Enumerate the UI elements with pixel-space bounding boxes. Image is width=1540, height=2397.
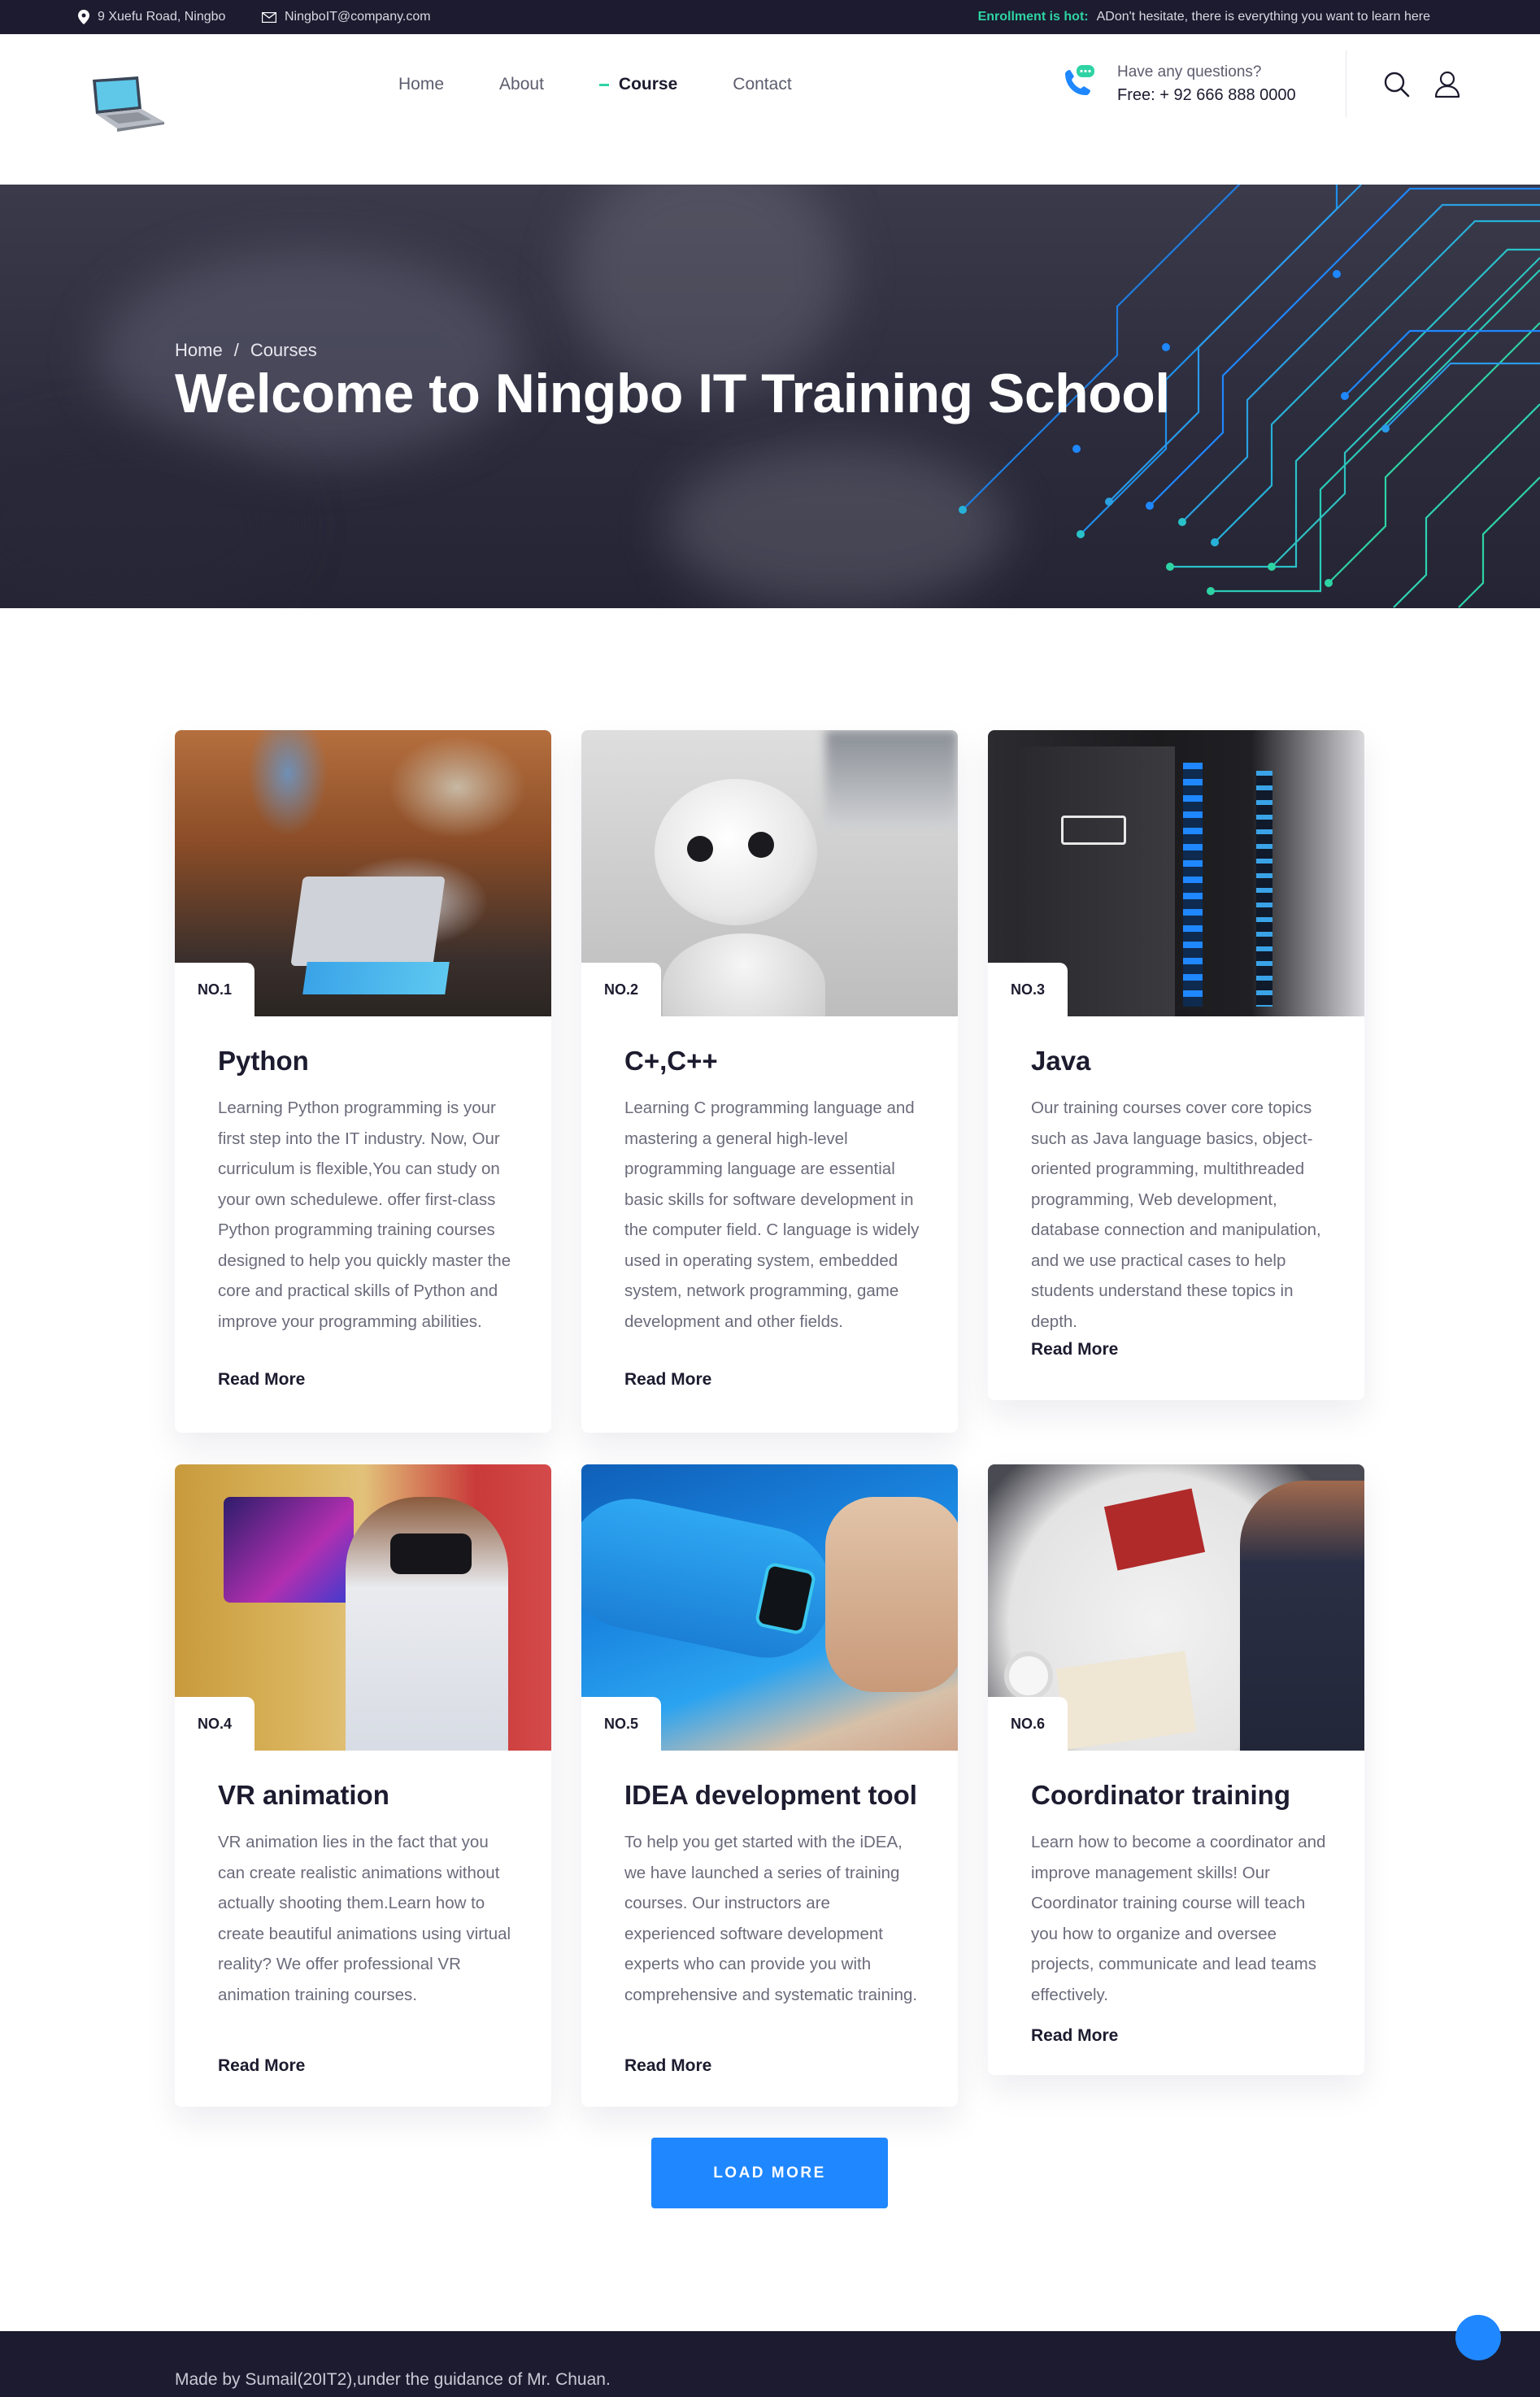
- nav-about-label: About: [499, 75, 544, 94]
- vr-headset-shape: [390, 1533, 472, 1574]
- course-title[interactable]: VR animation: [218, 1780, 389, 1811]
- course-image-python[interactable]: NO.1: [175, 730, 551, 1016]
- hand-shape: [825, 1497, 958, 1692]
- person-shape: [1240, 1481, 1364, 1751]
- footer-credit: Made by Sumail(20IT2),under the guidance…: [175, 2370, 611, 2389]
- contact-block: Have any questions? Free: + 92 666 888 0…: [1059, 57, 1303, 114]
- course-card-vr: NO.4 VR animation VR animation lies in t…: [175, 1464, 551, 2107]
- user-icon[interactable]: [1433, 70, 1462, 99]
- nav-home[interactable]: Home: [398, 75, 444, 94]
- server-cables-shape: [1183, 763, 1203, 1007]
- server-logo-text-shape: [1061, 816, 1126, 845]
- read-more-link[interactable]: Read More: [624, 1370, 711, 1390]
- phone-chat-icon: [1065, 65, 1094, 96]
- course-card-idea: NO.5 IDEA development tool To help you g…: [581, 1464, 958, 2107]
- read-more-link[interactable]: Read More: [624, 2056, 711, 2076]
- notice-text: ADon't hesitate, there is everything you…: [1096, 10, 1430, 24]
- nav-course[interactable]: Course: [598, 75, 678, 94]
- course-badge: NO.6: [988, 1697, 1068, 1751]
- course-title[interactable]: C+,C++: [624, 1046, 718, 1077]
- course-title[interactable]: Coordinator training: [1031, 1780, 1290, 1811]
- course-image-idea[interactable]: NO.5: [581, 1464, 958, 1751]
- robot-eye-shape: [748, 832, 774, 858]
- breadcrumb-current: Courses: [250, 340, 317, 360]
- address-info: 9 Xuefu Road, Ningbo: [78, 0, 225, 34]
- read-more-link[interactable]: Read More: [1031, 1340, 1118, 1359]
- read-more-link[interactable]: Read More: [218, 2056, 305, 2076]
- course-image-java[interactable]: NO.3: [988, 730, 1364, 1016]
- laptop-logo-icon[interactable]: [88, 75, 166, 133]
- breadcrumb-home[interactable]: Home: [175, 340, 223, 361]
- course-badge: NO.3: [988, 963, 1068, 1016]
- screen-shape: [224, 1497, 354, 1603]
- course-badge: NO.2: [581, 963, 661, 1016]
- read-more-link[interactable]: Read More: [218, 1370, 305, 1390]
- envelope-icon: [262, 11, 276, 23]
- nav-contact-label: Contact: [733, 75, 792, 94]
- course-badge: NO.5: [581, 1697, 661, 1751]
- read-more-link[interactable]: Read More: [1031, 2026, 1118, 2046]
- nav-home-label: Home: [398, 75, 445, 94]
- cup-shape: [1004, 1651, 1053, 1700]
- laptop-shape: [290, 877, 446, 966]
- site-footer: Made by Sumail(20IT2),under the guidance…: [0, 2331, 1540, 2397]
- page-title: Welcome to Ningbo IT Training School: [175, 363, 1170, 424]
- course-description: Learning C programming language and mast…: [624, 1098, 920, 1331]
- course-card-coordinator: NO.6 Coordinator training Learn how to b…: [988, 1464, 1364, 2075]
- search-icon[interactable]: [1382, 70, 1412, 99]
- robot-head-shape: [655, 779, 817, 925]
- site-header: Home About Course Contact Have any quest…: [0, 34, 1540, 185]
- hero-banner: Home / Courses Welcome to Ningbo IT Trai…: [0, 185, 1540, 608]
- course-badge: NO.4: [175, 1697, 254, 1751]
- course-description: To help you get started with the iDEA, w…: [624, 1833, 918, 2004]
- server-cables-shape: [1256, 771, 1272, 1007]
- course-description: VR animation lies in the fact that you c…: [218, 1833, 511, 2004]
- address-text: 9 Xuefu Road, Ningbo: [98, 10, 226, 24]
- background-blur-shape: [825, 730, 958, 828]
- course-title[interactable]: Python: [218, 1046, 309, 1077]
- laptop-screen-shape: [302, 962, 450, 994]
- course-card-c: NO.2 C+,C++ Learning C programming langu…: [581, 730, 958, 1433]
- robot-eye-shape: [687, 836, 713, 862]
- nav-course-label: Course: [618, 75, 678, 94]
- course-card-python: NO.1 Python Learning Python programming …: [175, 730, 551, 1433]
- nav-about[interactable]: About: [499, 75, 544, 94]
- top-bar: 9 Xuefu Road, Ningbo NingboIT@company.co…: [0, 0, 1540, 34]
- course-title[interactable]: Java: [1031, 1046, 1090, 1077]
- course-description: Learn how to become a coordinator and im…: [1031, 1833, 1326, 2004]
- course-description: Our training courses cover core topics s…: [1031, 1098, 1321, 1331]
- book-shape: [1103, 1488, 1206, 1571]
- nav-contact[interactable]: Contact: [733, 75, 791, 94]
- course-image-c[interactable]: NO.2: [581, 730, 958, 1016]
- email-info[interactable]: NingboIT@company.com: [262, 0, 431, 34]
- course-card-java: NO.3 Java Our training courses cover cor…: [988, 730, 1364, 1400]
- load-more-button[interactable]: LOAD MORE: [651, 2138, 888, 2208]
- active-indicator: [598, 83, 609, 86]
- contact-question: Have any questions?: [1117, 63, 1262, 80]
- course-title[interactable]: IDEA development tool: [624, 1780, 917, 1811]
- main-nav: Home About Course Contact: [398, 34, 847, 135]
- course-image-vr[interactable]: NO.4: [175, 1464, 551, 1751]
- location-pin-icon: [78, 10, 89, 24]
- course-description: Learning Python programming is your firs…: [218, 1098, 511, 1331]
- robot-body-shape: [663, 933, 825, 1016]
- notice-highlight: Enrollment is hot:: [977, 10, 1089, 24]
- enrollment-notice: Enrollment is hot: ADon't hesitate, there…: [978, 0, 1430, 34]
- breadcrumb: Home / Courses: [175, 340, 317, 361]
- scroll-to-top-button[interactable]: [1455, 2315, 1501, 2360]
- course-image-coordinator[interactable]: NO.6: [988, 1464, 1364, 1751]
- email-text[interactable]: NingboIT@company.com: [285, 10, 431, 24]
- open-book-shape: [1055, 1651, 1197, 1750]
- contact-phone[interactable]: Free: + 92 666 888 0000: [1117, 86, 1296, 105]
- course-badge: NO.1: [175, 963, 254, 1016]
- breadcrumb-separator: /: [233, 340, 239, 360]
